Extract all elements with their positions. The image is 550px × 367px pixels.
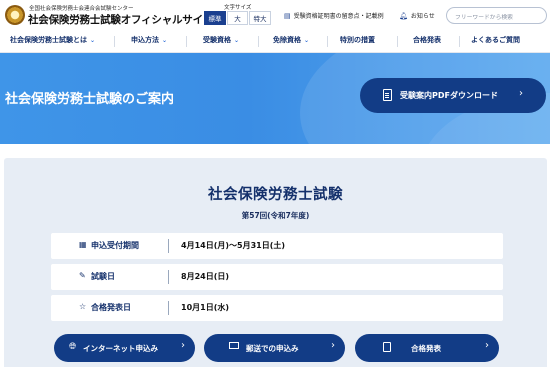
info-row-label: 申込受付期間 <box>91 241 139 250</box>
mail-apply-button[interactable]: 郵送での申込み › <box>204 334 345 362</box>
info-row-label: 合格発表日 <box>91 303 131 312</box>
search-input[interactable]: フリーワードから検索 <box>446 7 547 24</box>
font-size-label: 文字サイズ <box>224 5 252 11</box>
mail-icon <box>229 342 239 352</box>
site-title[interactable]: 社会保険労務士試験オフィシャルサイト <box>28 12 213 27</box>
results-button[interactable]: 合格発表 › <box>355 334 499 362</box>
globe-icon: 🌐︎ <box>69 342 77 352</box>
notice-link-label: 受験資格証明書の留意点・記載例 <box>293 13 384 20</box>
chevron-right-icon: › <box>181 340 185 351</box>
chevron-down-icon: ⌄ <box>162 37 168 44</box>
nav-item-eligibility[interactable]: 受験資格 ⌄ <box>203 35 239 45</box>
chevron-right-icon: › <box>331 340 335 351</box>
chevron-down-icon: ⌄ <box>304 37 310 44</box>
notice-link[interactable]: ▤ 受験資格証明書の留意点・記載例 <box>284 11 384 21</box>
info-row-exam-date: ✎ 試験日 8月24日(日) <box>51 264 503 290</box>
nav-divider <box>397 36 398 47</box>
exam-title: 社会保険労務士試験 <box>208 187 343 203</box>
internet-apply-button[interactable]: 🌐︎ インターネット申込み › <box>54 334 195 362</box>
search-placeholder: フリーワードから検索 <box>455 15 513 21</box>
font-size-standard-button[interactable]: 標準 <box>204 11 226 25</box>
font-size-xlarge-button[interactable]: 特大 <box>249 11 271 25</box>
nav-item-label: 合格発表 <box>413 36 441 44</box>
font-size-large-button[interactable]: 大 <box>227 11 248 25</box>
star-icon: ☆ <box>79 302 87 311</box>
nav-item-results[interactable]: 合格発表 <box>413 35 441 45</box>
nav-divider <box>114 36 115 47</box>
info-row-value: 10月1日(水) <box>181 303 230 312</box>
nav-item-apply[interactable]: 申込方法 ⌄ <box>131 35 167 45</box>
nav-item-label: 受験資格 <box>203 36 231 44</box>
pdf-download-label: 受験案内PDFダウンロード <box>400 91 498 100</box>
info-row-value: 4月14日(月)〜5月31日(土) <box>181 241 286 250</box>
nav-item-label: 免除資格 <box>273 36 301 44</box>
exam-info-panel: 社会保険労務士試験 第57回(令和7年度) ▦ 申込受付期間 4月14日(月)〜… <box>4 158 547 367</box>
chevron-right-icon: › <box>485 340 489 351</box>
nav-item-special-measures[interactable]: 特別の措置 <box>340 35 375 45</box>
nav-divider <box>186 36 187 47</box>
news-link-label: お知らせ <box>410 13 435 20</box>
hero-title: 社会保険労務士試験のご案内 <box>5 92 175 107</box>
divider <box>168 239 169 253</box>
divider <box>168 270 169 284</box>
info-row-label: 試験日 <box>91 272 115 281</box>
exam-subtitle: 第57回(令和7年度) <box>241 211 310 220</box>
chevron-down-icon: ⌄ <box>90 37 96 44</box>
pdf-download-button[interactable]: 受験案内PDFダウンロード › <box>360 78 546 113</box>
news-link[interactable]: 🔔︎ お知らせ <box>399 11 435 21</box>
nav-item-label: よくあるご質問 <box>471 36 520 44</box>
org-name: 全国社会保険労務士会連合会試験センター <box>29 6 134 12</box>
info-row-application-period: ▦ 申込受付期間 4月14日(月)〜5月31日(土) <box>51 233 503 259</box>
pdf-document-icon <box>383 89 392 101</box>
document-icon <box>383 342 391 355</box>
internet-apply-label: インターネット申込み <box>83 344 158 353</box>
nav-item-exemption[interactable]: 免除資格 ⌄ <box>273 35 309 45</box>
nav-divider <box>327 36 328 47</box>
chevron-down-icon: ⌄ <box>234 37 240 44</box>
results-label: 合格発表 <box>411 344 441 353</box>
nav-item-label: 申込方法 <box>131 36 159 44</box>
nav-item-label: 社会保険労務士試験とは <box>10 36 87 44</box>
nav-item-label: 特別の措置 <box>340 36 375 44</box>
document-icon: ▤ <box>284 11 291 20</box>
bell-icon: 🔔︎ <box>399 11 408 20</box>
info-row-results-date: ☆ 合格発表日 10月1日(水) <box>51 295 503 321</box>
site-header: 全国社会保険労務士会連合会試験センター 社会保険労務士試験オフィシャルサイト 文… <box>0 0 550 31</box>
pen-icon: ✎ <box>79 271 86 280</box>
nav-divider <box>258 36 259 47</box>
site-logo-icon[interactable] <box>5 5 25 25</box>
info-row-value: 8月24日(日) <box>181 272 230 281</box>
nav-item-faq[interactable]: よくあるご質問 <box>471 35 520 45</box>
calendar-icon: ▦ <box>79 240 87 249</box>
chevron-right-icon: › <box>519 88 523 99</box>
mail-apply-label: 郵送での申込み <box>246 344 299 353</box>
main-nav: 社会保険労務士試験とは ⌄ 申込方法 ⌄ 受験資格 ⌄ 免除資格 ⌄ 特別の措置 合格発… <box>0 31 550 53</box>
nav-item-about[interactable]: 社会保険労務士試験とは ⌄ <box>10 35 95 45</box>
divider <box>168 301 169 315</box>
nav-divider <box>459 36 460 47</box>
